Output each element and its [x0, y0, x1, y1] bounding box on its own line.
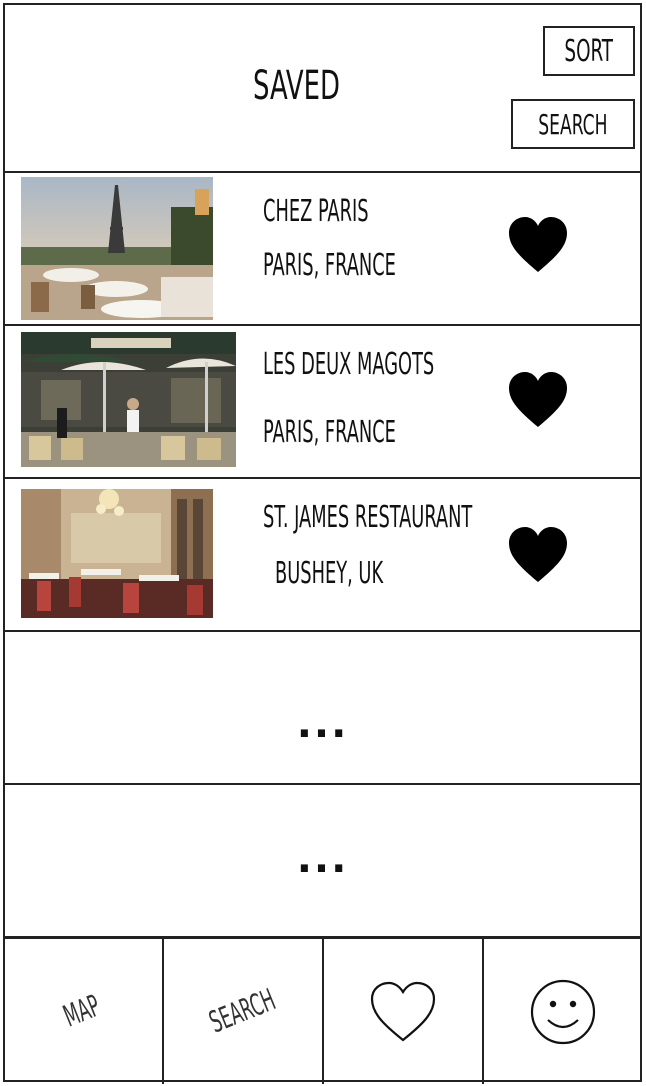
restaurant-location: BUSHEY, UK — [275, 556, 384, 591]
nav-map[interactable]: MAP — [3, 939, 162, 1084]
ellipsis-text: ... — [296, 836, 349, 882]
restaurant-location: PARIS, FRANCE — [263, 415, 396, 450]
heart-filled-icon[interactable] — [507, 216, 569, 274]
nav-map-label: MAP — [59, 988, 106, 1035]
nav-profile[interactable] — [484, 939, 642, 1084]
search-button-label: SEARCH — [538, 107, 608, 141]
restaurant-name: LES DEUX MAGOTS — [263, 347, 435, 382]
nav-search[interactable]: SEARCH — [164, 939, 322, 1084]
cafe-terrace-photo — [21, 332, 236, 467]
sort-button[interactable]: SORT — [543, 26, 635, 76]
restaurant-interior-photo — [21, 489, 213, 618]
sort-button-label: SORT — [564, 33, 614, 69]
list-item[interactable]: ST. JAMES RESTAURANT BUSHEY, UK — [3, 478, 642, 632]
bottom-nav: MAP SEARCH — [3, 937, 642, 1084]
eiffel-tower-terrace-photo — [21, 177, 213, 320]
restaurant-name: ST. JAMES RESTAURANT — [263, 500, 473, 535]
ellipsis-text: ... — [296, 701, 349, 747]
nav-saved[interactable] — [324, 939, 482, 1084]
restaurant-name: CHEZ PARIS — [263, 194, 369, 229]
nav-search-label: SEARCH — [205, 982, 281, 1041]
placeholder-row: ... — [3, 784, 642, 938]
list-item[interactable]: LES DEUX MAGOTS PARIS, FRANCE — [3, 325, 642, 479]
heart-filled-icon[interactable] — [507, 371, 569, 429]
heart-filled-icon[interactable] — [507, 526, 569, 584]
heart-outline-icon — [370, 981, 436, 1041]
smiley-face-icon — [530, 979, 596, 1044]
placeholder-row: ... — [3, 631, 642, 785]
search-button[interactable]: SEARCH — [511, 99, 635, 149]
list-item[interactable]: CHEZ PARIS PARIS, FRANCE — [3, 172, 642, 326]
restaurant-location: PARIS, FRANCE — [263, 248, 396, 283]
page-title: SAVED — [253, 63, 340, 109]
